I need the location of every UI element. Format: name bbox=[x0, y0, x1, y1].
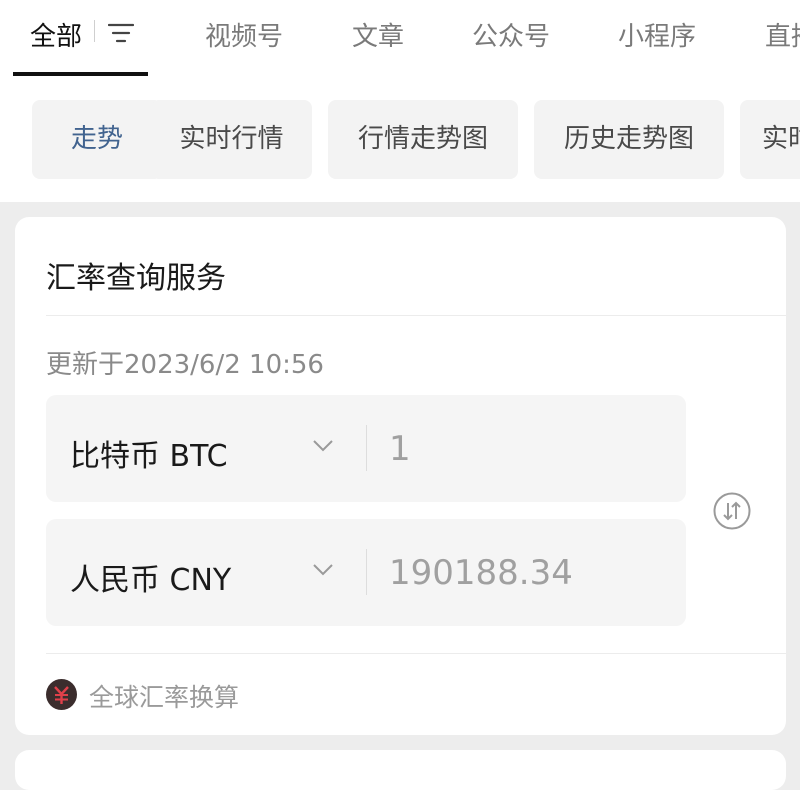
chip-realtime-quotes[interactable]: 实时行情 bbox=[151, 100, 312, 179]
chip-realtime[interactable]: 实时 bbox=[740, 100, 800, 179]
tab-divider bbox=[94, 20, 95, 42]
to-currency-select[interactable]: 人民币 CNY bbox=[70, 555, 231, 599]
chevron-down-icon[interactable] bbox=[312, 439, 334, 453]
to-amount-input[interactable]: 190188.34 bbox=[389, 553, 573, 593]
next-result-card bbox=[15, 750, 786, 790]
tab-mini-programs[interactable]: 小程序 bbox=[618, 16, 696, 53]
exchange-rate-card: 汇率查询服务 更新于2023/6/2 10:56 比特币 BTC 1 人民币 C… bbox=[15, 217, 786, 735]
exchange-rate-icon bbox=[46, 679, 77, 710]
row-divider bbox=[366, 425, 367, 471]
footer-divider bbox=[46, 653, 786, 654]
tab-live[interactable]: 直播 bbox=[765, 16, 800, 53]
from-currency-row: 比特币 BTC 1 bbox=[46, 395, 686, 502]
chevron-down-icon[interactable] bbox=[312, 563, 334, 577]
suggestion-chips: 走势 实时行情 行情走势图 历史走势图 实时 bbox=[0, 77, 800, 202]
tab-all[interactable]: 全部 bbox=[30, 16, 82, 53]
from-currency-select[interactable]: 比特币 BTC bbox=[70, 431, 228, 475]
filter-icon[interactable] bbox=[108, 22, 134, 44]
chip-history-trend-chart[interactable]: 历史走势图 bbox=[534, 100, 724, 179]
global-rate-converter-link[interactable]: 全球汇率换算 bbox=[89, 678, 239, 714]
tab-official-accounts[interactable]: 公众号 bbox=[472, 16, 550, 53]
to-currency-row: 人民币 CNY 190188.34 bbox=[46, 519, 686, 626]
tab-channels[interactable]: 视频号 bbox=[205, 16, 283, 53]
tab-articles[interactable]: 文章 bbox=[352, 16, 404, 53]
from-amount-input[interactable]: 1 bbox=[389, 429, 411, 469]
card-divider bbox=[46, 315, 786, 316]
active-tab-indicator bbox=[13, 72, 148, 76]
card-title: 汇率查询服务 bbox=[46, 261, 226, 296]
updated-timestamp: 更新于2023/6/2 10:56 bbox=[46, 350, 324, 380]
row-divider bbox=[366, 549, 367, 595]
chip-quote-trend-chart[interactable]: 行情走势图 bbox=[328, 100, 518, 179]
chip-trend[interactable]: 走势 bbox=[32, 100, 162, 179]
swap-icon[interactable] bbox=[712, 491, 752, 531]
top-tab-bar: 全部 视频号 文章 公众号 小程序 直播 bbox=[0, 0, 800, 78]
